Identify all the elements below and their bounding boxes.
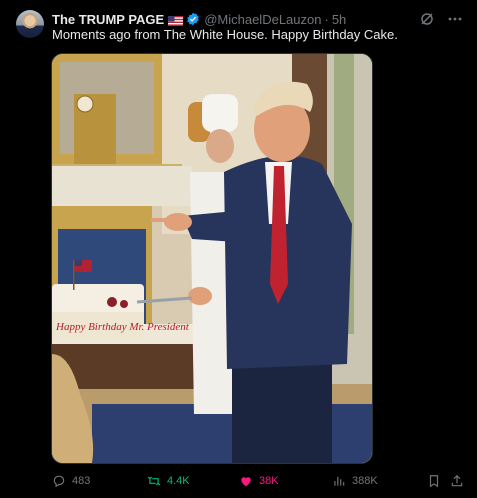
views-icon: [334, 476, 345, 486]
like-button[interactable]: 38K: [239, 472, 279, 490]
share-icon: [451, 474, 463, 487]
repost-button[interactable]: 4.4K: [147, 472, 190, 490]
post-photo[interactable]: Happy Birthday Mr. President: [51, 53, 373, 464]
separator-dot: ·: [324, 11, 329, 27]
author-handle[interactable]: @MichaelDeLauzon: [204, 12, 321, 27]
heart-icon: [241, 477, 251, 487]
like-count: 38K: [259, 475, 279, 487]
views-count: 388K: [352, 475, 378, 487]
reply-icon: [53, 475, 65, 488]
cake-lettering: Happy Birthday Mr. President: [55, 321, 190, 333]
verified-badge-icon: [186, 12, 200, 26]
post-actions: 483 4.4K 38K 388K: [52, 472, 463, 490]
views-button[interactable]: 388K: [332, 472, 378, 490]
reply-count: 483: [72, 475, 91, 487]
bookmark-icon: [429, 475, 439, 488]
post-time[interactable]: 5h: [332, 12, 346, 27]
repost-count: 4.4K: [167, 475, 190, 487]
reply-button[interactable]: 483: [52, 472, 90, 490]
more-icon[interactable]: [447, 11, 463, 27]
us-flag-icon: [168, 14, 184, 26]
post-text: Moments ago from The White House. Happy …: [52, 27, 398, 42]
avatar[interactable]: [16, 10, 44, 38]
share-button[interactable]: [450, 472, 464, 490]
author-name[interactable]: The TRUMP PAGE: [52, 12, 164, 27]
grok-icon[interactable]: [419, 11, 435, 27]
bookmark-button[interactable]: [427, 472, 441, 490]
repost-icon: [147, 476, 161, 486]
post-header: The TRUMP PAGE @MichaelDeLauzon · 5h: [52, 10, 463, 28]
